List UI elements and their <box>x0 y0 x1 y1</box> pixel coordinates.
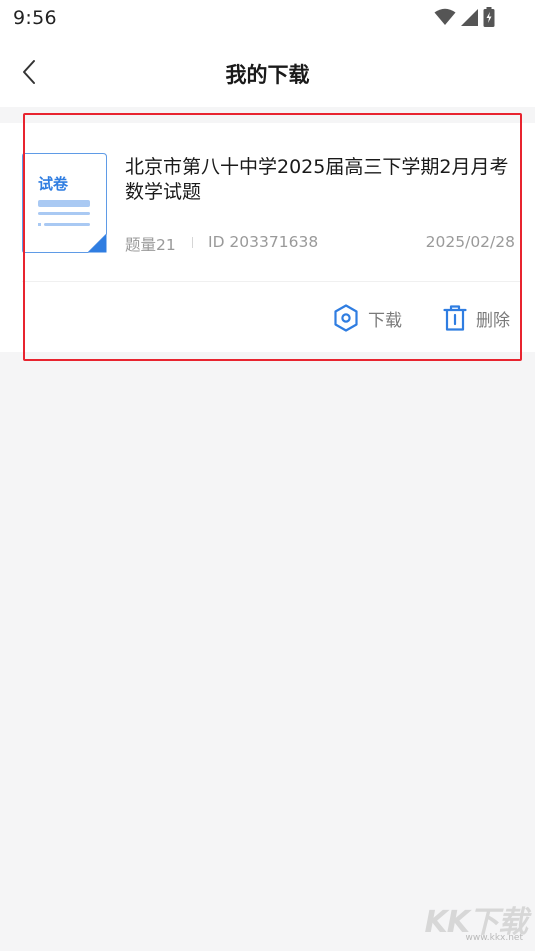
wifi-icon <box>434 8 456 25</box>
status-bar: 9:56 <box>0 0 535 36</box>
download-icon <box>334 304 358 332</box>
watermark-url: www.kkx.net <box>465 933 524 943</box>
battery-charging-icon <box>483 7 495 27</box>
trash-icon <box>443 305 467 331</box>
question-count: 题量21 <box>125 236 176 254</box>
document-id: ID 203371638 <box>208 233 319 251</box>
document-meta: 题量21 ID 203371638 2025/02/28 <box>125 233 515 254</box>
card-divider <box>22 281 520 282</box>
exam-paper-thumbnail: 试卷 <box>22 153 107 253</box>
thumbnail-label: 试卷 <box>38 175 69 193</box>
watermark-logo: KK下载 www.kkx.net <box>407 897 528 943</box>
app-header: 我的下载 <box>0 36 535 107</box>
status-time: 9:56 <box>13 7 57 29</box>
download-label: 下载 <box>368 310 402 331</box>
document-date: 2025/02/28 <box>425 233 515 251</box>
meta-divider <box>192 237 193 248</box>
delete-label: 删除 <box>476 310 510 331</box>
download-item-card[interactable]: 试卷 北京市第八十中学2025届高三下学期2月月考数学试题 题量21 ID 20… <box>0 123 535 352</box>
status-icons <box>434 6 495 28</box>
download-button[interactable]: 下载 <box>333 303 402 333</box>
document-icon <box>22 153 107 253</box>
signal-icon <box>461 8 478 26</box>
page-title: 我的下载 <box>225 63 310 87</box>
delete-button[interactable]: 删除 <box>443 303 510 333</box>
document-title[interactable]: 北京市第八十中学2025届高三下学期2月月考数学试题 <box>125 155 520 205</box>
